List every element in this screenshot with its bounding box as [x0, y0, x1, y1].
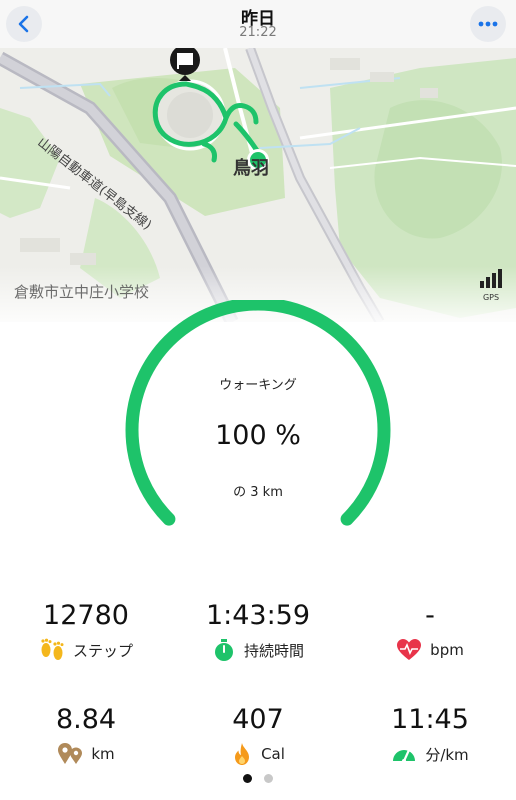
distance-value: 8.84 — [55, 704, 117, 735]
workout-time: 21:22 — [239, 25, 277, 40]
pace-label: 分/km — [425, 745, 469, 764]
pace-value: 11:45 — [391, 704, 469, 735]
more-button[interactable] — [470, 6, 506, 42]
map-town-label: 鳥羽 — [233, 158, 269, 179]
duration-label: 持続時間 — [243, 641, 304, 660]
steps-value: 12780 — [43, 600, 129, 631]
map-school-label: 倉敷市立中庄小学校 — [14, 283, 150, 301]
duration-value: 1:43:59 — [205, 600, 311, 631]
heart-rate-label: bpm — [430, 641, 464, 659]
heart-rate-value: - — [425, 600, 435, 631]
calories-value: 407 — [232, 704, 284, 735]
stat-distance: 8.84 km — [0, 704, 172, 766]
stopwatch-icon — [214, 639, 233, 661]
flame-icon — [235, 743, 250, 765]
calories-label: Cal — [261, 745, 285, 763]
goal-percent: 100 % — [215, 420, 301, 451]
stat-steps: 12780 ステップ — [0, 600, 172, 662]
top-bar: 昨日 21:22 — [0, 0, 516, 48]
activity-type: ウォーキング — [219, 378, 297, 393]
heart-rate-icon — [397, 639, 422, 660]
signal-bars-icon — [480, 269, 502, 288]
stat-duration: 1:43:59 持続時間 — [172, 600, 344, 662]
goal-distance: の 3 km — [233, 485, 283, 500]
gps-signal: GPS — [478, 268, 504, 302]
stat-pace: 11:45 分/km — [344, 704, 516, 766]
page-dot-1[interactable] — [243, 774, 252, 783]
distance-label: km — [91, 745, 115, 763]
page-indicator[interactable] — [0, 774, 516, 783]
steps-label: ステップ — [72, 641, 133, 660]
gps-label: GPS — [482, 293, 500, 302]
page-dot-2[interactable] — [264, 774, 273, 783]
footprints-icon — [41, 638, 64, 660]
speedometer-icon — [393, 748, 416, 763]
more-dots-icon — [478, 21, 498, 27]
location-pins-icon — [58, 743, 83, 764]
stat-calories: 407 Cal — [172, 704, 344, 766]
stat-heart-rate: - bpm — [344, 600, 516, 662]
